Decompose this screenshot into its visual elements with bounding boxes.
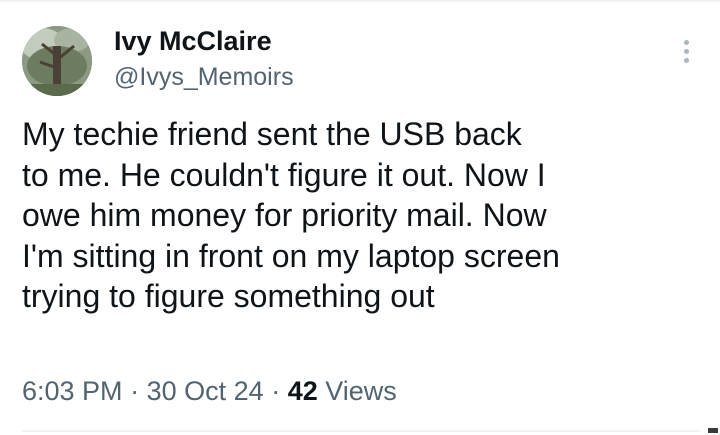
corner-mark bbox=[708, 428, 718, 433]
tweet-date[interactable]: 30 Oct 24 bbox=[147, 376, 264, 406]
avatar[interactable] bbox=[22, 26, 92, 96]
avatar-image bbox=[22, 26, 92, 96]
more-vertical-icon[interactable] bbox=[676, 40, 696, 70]
views-label[interactable]: Views bbox=[325, 376, 397, 406]
more-dot bbox=[683, 58, 689, 63]
meta-separator: · bbox=[130, 376, 140, 406]
meta-separator: · bbox=[271, 376, 281, 406]
tweet-time[interactable]: 6:03 PM bbox=[22, 376, 123, 406]
views-count[interactable]: 42 bbox=[288, 376, 318, 406]
tweet[interactable]: Ivy McClaire @Ivys_Memoirs My techie fri… bbox=[0, 0, 720, 435]
author-display-name[interactable]: Ivy McClaire bbox=[114, 26, 272, 56]
tweet-meta: 6:03 PM · 30 Oct 24 · 42 Views bbox=[22, 374, 397, 408]
bottom-divider bbox=[22, 430, 700, 432]
tweet-text: My techie friend sent the USB back to me… bbox=[22, 116, 560, 314]
author-handle[interactable]: @Ivys_Memoirs bbox=[114, 62, 294, 92]
more-dot bbox=[683, 49, 689, 54]
more-dot bbox=[683, 40, 689, 45]
